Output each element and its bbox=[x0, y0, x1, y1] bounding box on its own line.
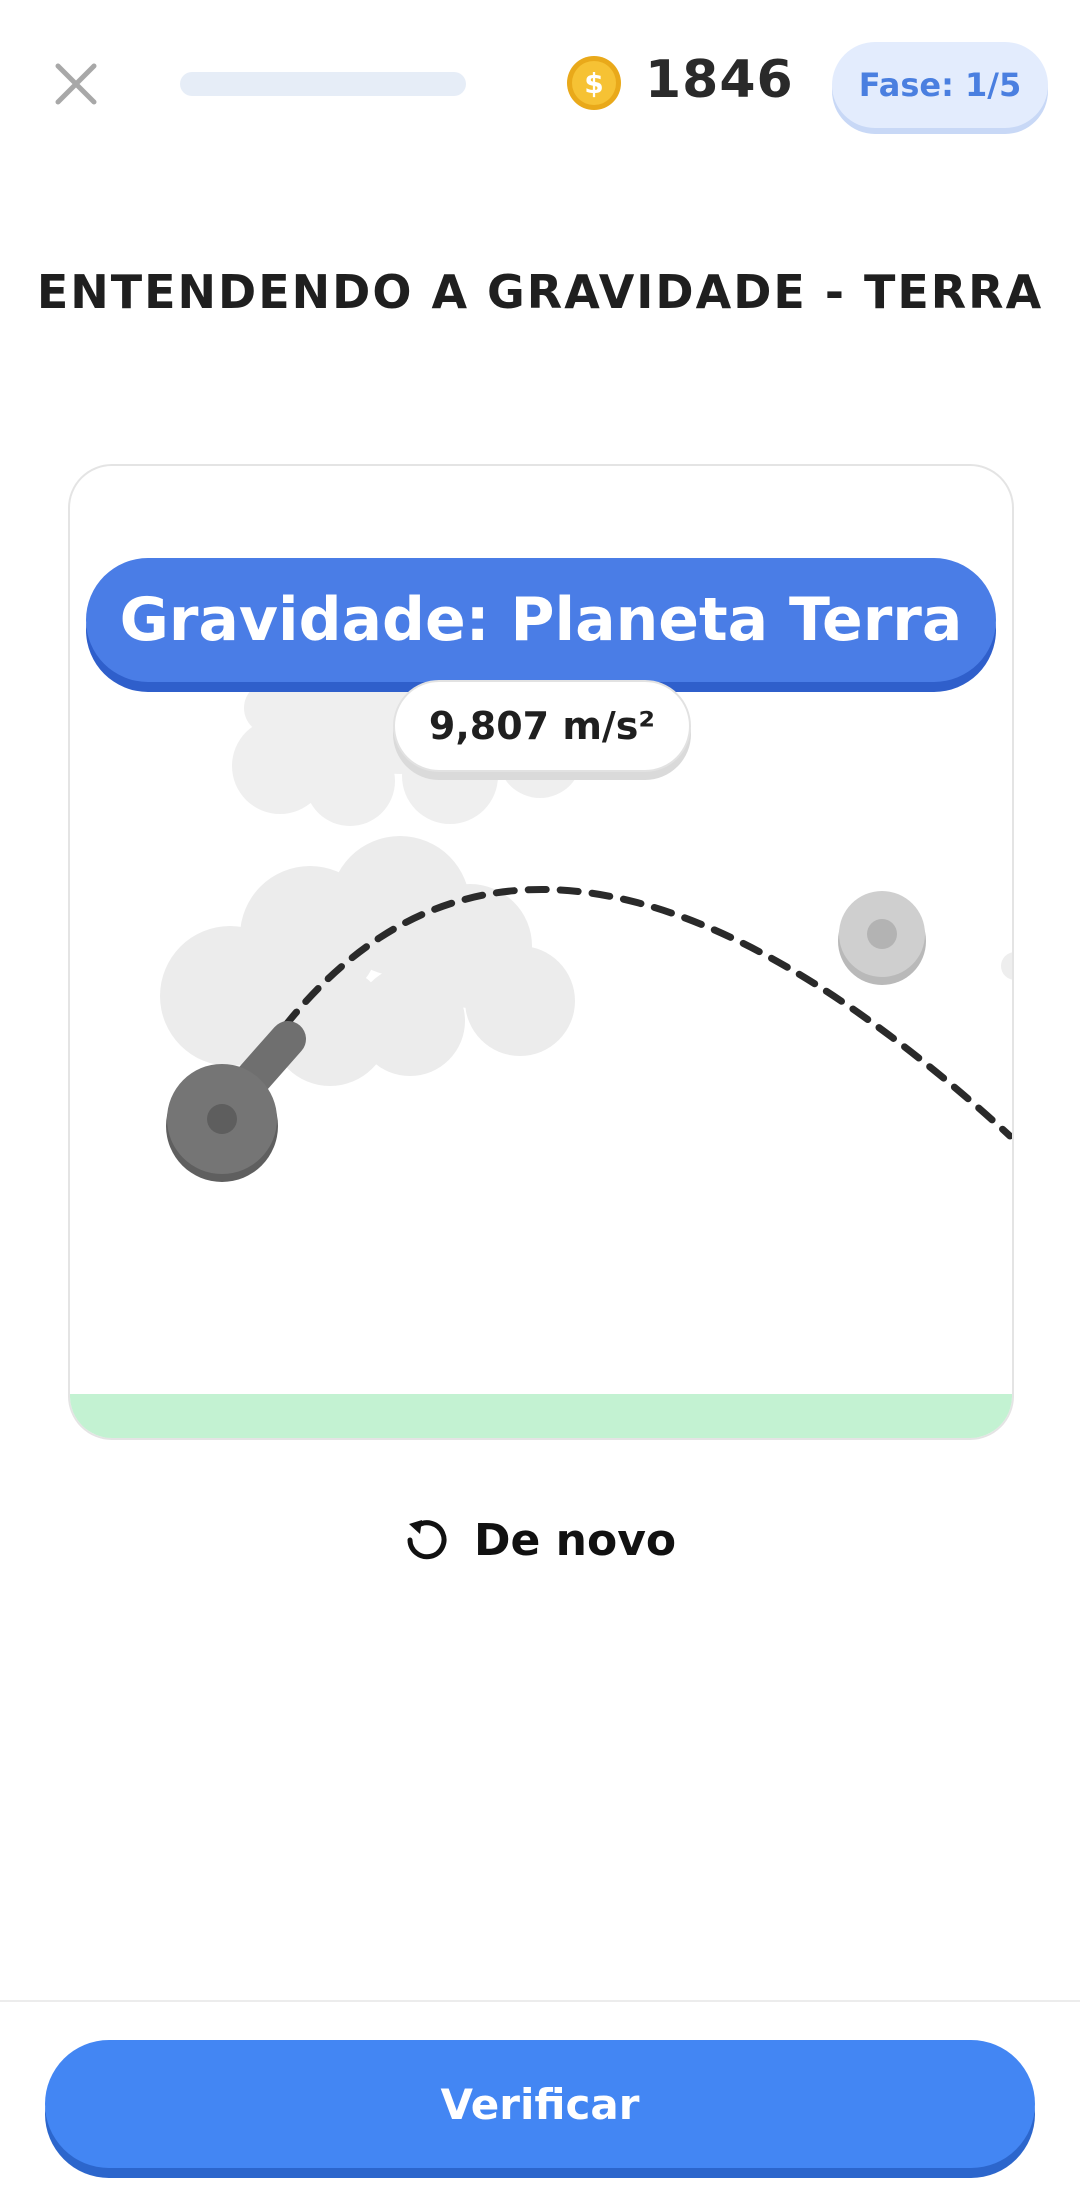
projectile-ball bbox=[838, 891, 926, 985]
coin-count: 1846 bbox=[645, 50, 794, 110]
gravity-value: 9,807 m/s² bbox=[393, 680, 691, 772]
verify-button[interactable]: Verificar bbox=[45, 2040, 1035, 2168]
cloud-edge bbox=[1001, 952, 1012, 980]
progress-bar bbox=[180, 72, 466, 96]
close-icon bbox=[55, 63, 97, 105]
ground-strip bbox=[70, 1394, 1012, 1438]
phase-badge: Fase: 1/5 bbox=[832, 42, 1048, 128]
retry-label: De novo bbox=[474, 1514, 677, 1566]
coin-icon: $ bbox=[567, 56, 621, 110]
cloud-lower bbox=[160, 836, 575, 1086]
retry-button[interactable]: De novo bbox=[400, 1508, 676, 1572]
retry-icon bbox=[407, 1520, 447, 1560]
page-title: ENTENDENDO A GRAVIDADE - TERRA bbox=[36, 265, 1044, 319]
simulation-card: Gravidade: Planeta Terra 9,807 m/s² bbox=[68, 464, 1014, 1440]
footer-divider bbox=[0, 2000, 1080, 2002]
close-button[interactable] bbox=[48, 56, 104, 112]
gravity-banner: Gravidade: Planeta Terra bbox=[86, 558, 996, 682]
svg-text:$: $ bbox=[584, 67, 603, 100]
